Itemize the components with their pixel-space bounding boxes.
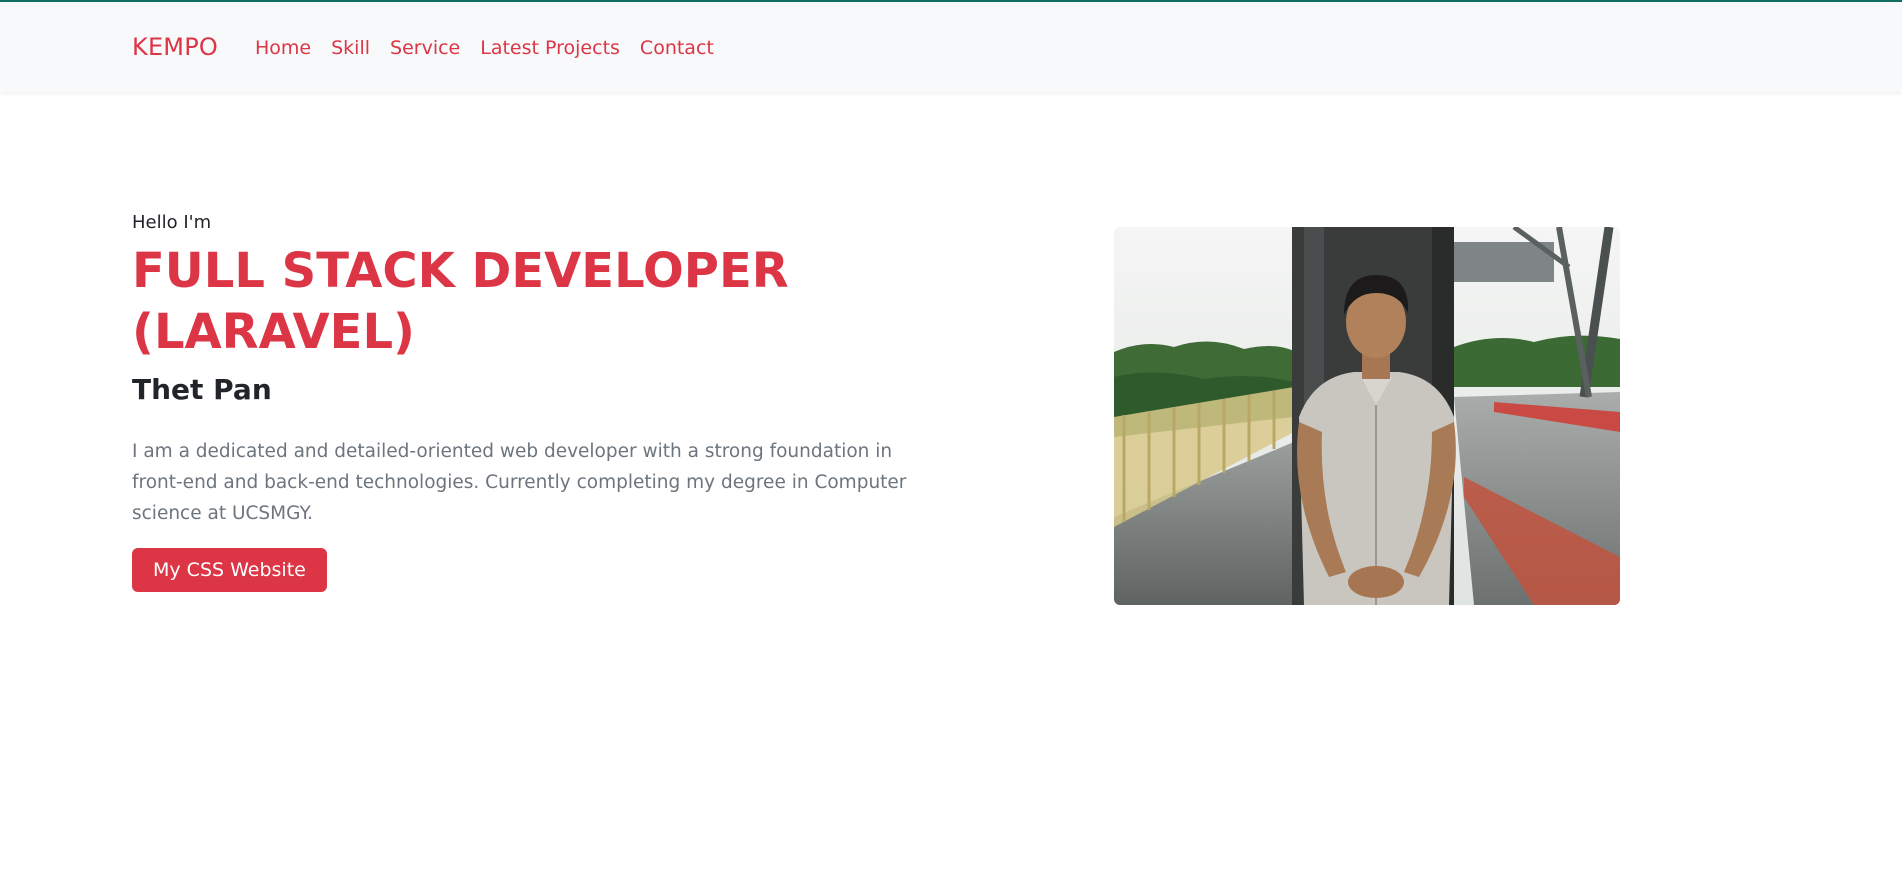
navbar: KEMPO Home Skill Service Latest Projects…: [0, 2, 1902, 92]
nav-link-latest-projects[interactable]: Latest Projects: [480, 37, 620, 59]
nav-link-home[interactable]: Home: [255, 37, 311, 59]
nav-links: Home Skill Service Latest Projects Conta…: [255, 37, 714, 59]
hero-headline-line2: (LARAVEL): [132, 304, 415, 360]
hero-headline-line1: FULL STACK DEVELOPER: [132, 243, 789, 299]
hero-headline: FULL STACK DEVELOPER (LARAVEL): [132, 241, 932, 363]
profile-photo: [1114, 227, 1620, 605]
hero-greeting: Hello I'm: [132, 212, 212, 233]
hero-text: Hello I'm FULL STACK DEVELOPER (LARAVEL)…: [132, 212, 932, 592]
nav-link-service[interactable]: Service: [390, 37, 460, 59]
hero-description: I am a dedicated and detailed-oriented w…: [132, 441, 907, 524]
my-css-website-button[interactable]: My CSS Website: [132, 548, 327, 592]
brand-logo[interactable]: KEMPO: [132, 33, 218, 61]
hero-name: Thet Pan: [132, 373, 272, 406]
nav-link-contact[interactable]: Contact: [640, 37, 714, 59]
nav-link-skill[interactable]: Skill: [331, 37, 370, 59]
